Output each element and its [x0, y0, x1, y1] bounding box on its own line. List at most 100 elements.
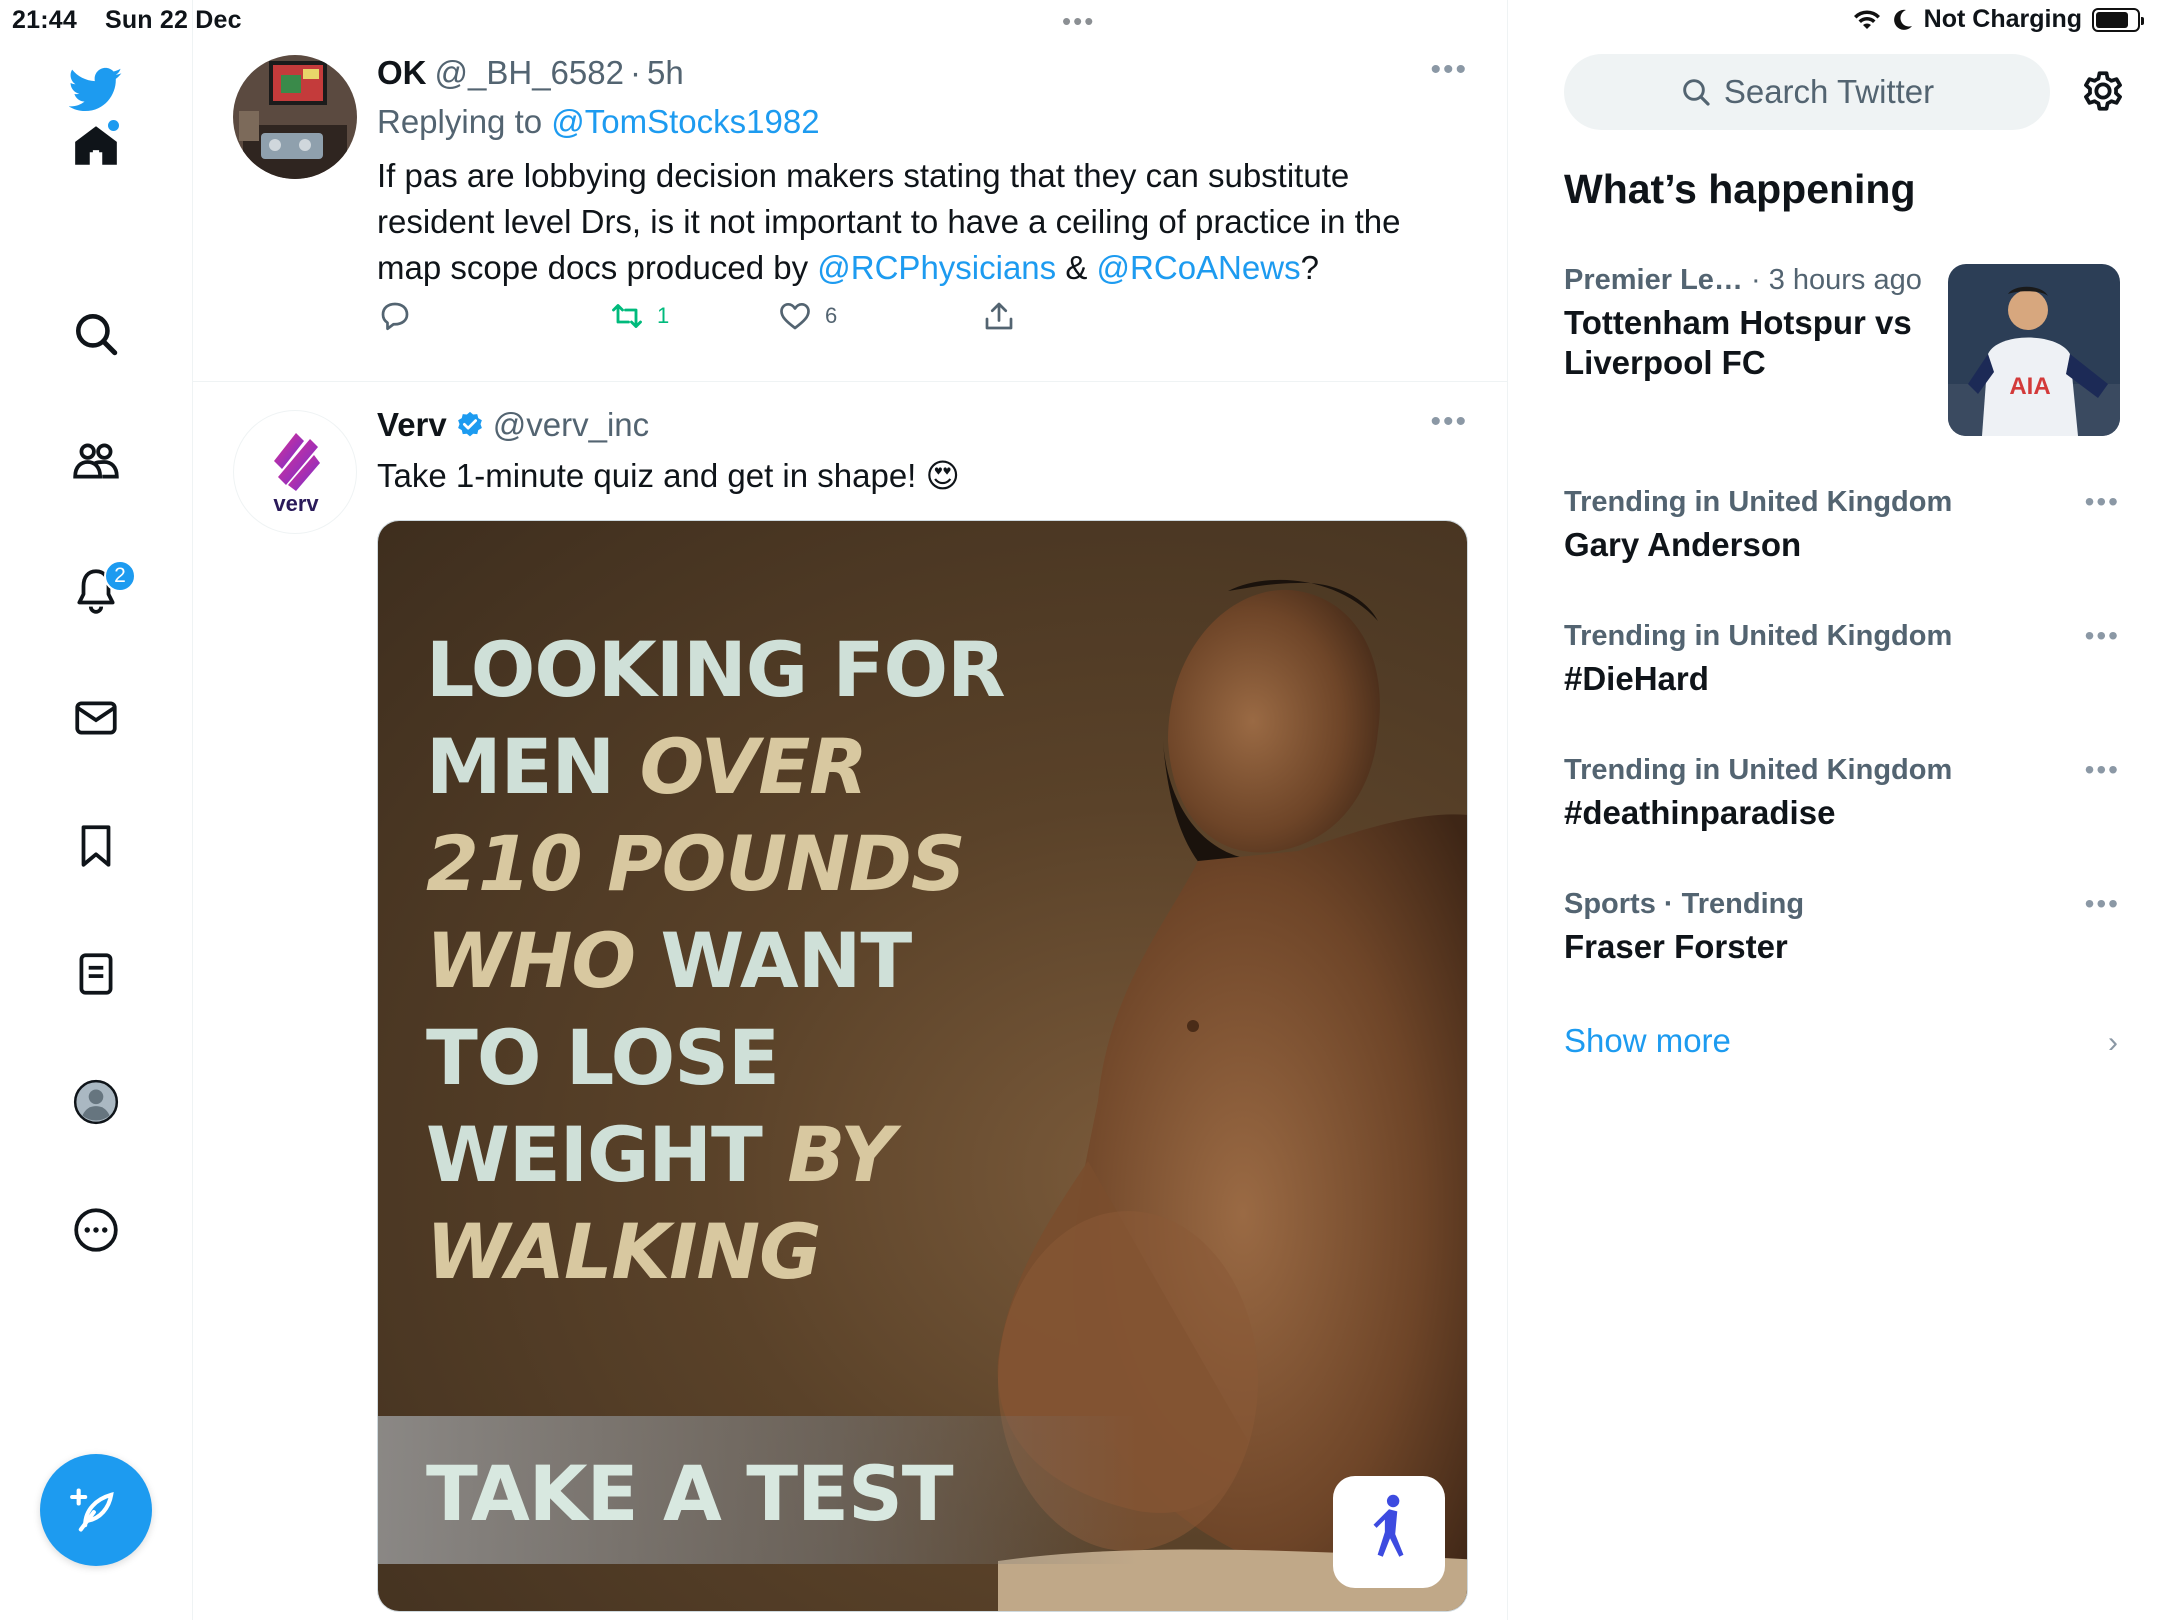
headline-text: WEIGHT	[426, 1110, 788, 1199]
settings-gear-icon[interactable]	[2078, 66, 2128, 116]
headline-text: LOOKING FOR	[426, 625, 1006, 714]
mention-link[interactable]: @RCPhysicians	[817, 249, 1056, 286]
trend-more-button[interactable]: •••	[2085, 486, 2120, 518]
media-cta-text: TAKE A TEST	[426, 1449, 954, 1538]
tweet-text-part: ?	[1300, 249, 1319, 286]
like-count: 6	[825, 303, 838, 328]
trend-more-button[interactable]: •••	[2085, 754, 2120, 786]
reply-icon	[381, 302, 409, 331]
trend-more-button[interactable]: •••	[2085, 888, 2120, 920]
headline-line: MEN OVER	[426, 718, 1005, 815]
trend-meta: Trending in United Kingdom	[1564, 754, 1953, 786]
trend-time: · 3 hours ago	[1742, 264, 1922, 296]
left-nav: 2	[0, 0, 193, 1620]
profile-icon[interactable]	[62, 1068, 130, 1136]
notification-badge: 2	[104, 560, 136, 592]
headline-text: WANT	[635, 916, 913, 1005]
trend-name: #DieHard	[1564, 660, 1709, 697]
tweet[interactable]: OK @_BH_6582 · 5h ••• Replying to @TomSt…	[193, 40, 1507, 382]
trend-item[interactable]: Trending in United Kingdom #deathinparad…	[1564, 754, 2120, 833]
tweet-header: Verv @verv_inc	[377, 405, 1468, 445]
trend-thumbnail-image: AIA	[1948, 264, 2120, 436]
headline-text-emphasis: BY	[787, 1110, 895, 1199]
headline-text: TO LOSE	[426, 1013, 780, 1102]
messages-icon[interactable]	[62, 684, 130, 752]
share-button[interactable]	[981, 298, 1017, 334]
replying-to-link[interactable]: @TomStocks1982	[551, 103, 819, 140]
tweet-media-image[interactable]: LOOKING FOR MEN OVER 210 POUNDS WHO WANT…	[377, 520, 1468, 1612]
communities-icon[interactable]	[62, 428, 130, 496]
thumb-sponsor-text: AIA	[2009, 373, 2050, 400]
trend-name: Fraser Forster	[1564, 928, 1788, 965]
author-name[interactable]: OK	[377, 53, 427, 93]
search-input[interactable]: Search Twitter	[1564, 54, 2050, 130]
tweet-text-part: &	[1056, 249, 1097, 286]
tweet-body: Verv @verv_inc ••• Take 1-minute quiz an…	[377, 405, 1468, 499]
search-placeholder: Search Twitter	[1723, 73, 1935, 110]
more-icon[interactable]	[62, 1196, 130, 1264]
tweet-text: If pas are lobbying decision makers stat…	[377, 153, 1468, 291]
show-more-link[interactable]: Show more	[1564, 1022, 1731, 1060]
home-unread-dot	[108, 120, 119, 131]
lists-icon[interactable]	[62, 940, 130, 1008]
walking-app-icon	[1333, 1476, 1445, 1588]
bookmarks-icon[interactable]	[62, 812, 130, 880]
trend-more-button[interactable]: •••	[2085, 620, 2120, 652]
headline-text: MEN	[426, 722, 640, 811]
reply-button[interactable]	[377, 298, 413, 334]
avatar[interactable]: verv	[233, 410, 357, 534]
headline-text-emphasis: 210 POUNDS	[426, 819, 966, 908]
trend-item[interactable]: Trending in United Kingdom #DieHard •••	[1564, 620, 2120, 699]
trend-category: Premier Le…	[1564, 264, 1743, 296]
avatar-brand-text: verv	[273, 491, 319, 516]
right-sidebar: Search Twitter What’s happening Premier …	[1508, 0, 2160, 1620]
headline-line: WEIGHT BY	[426, 1106, 1005, 1203]
mention-link[interactable]: @RCoANews	[1097, 249, 1301, 286]
media-headline: LOOKING FOR MEN OVER 210 POUNDS WHO WANT…	[426, 621, 1006, 1300]
tweet-more-button[interactable]: •••	[1430, 405, 1468, 439]
trend-meta: Trending in United Kingdom	[1564, 620, 1953, 652]
tweet[interactable]: verv Verv @verv_inc ••• Take 1-minute qu…	[193, 382, 1507, 1620]
headline-text-emphasis: WALKING	[426, 1207, 822, 1296]
header-separator: ·	[629, 54, 641, 91]
avatar[interactable]	[233, 55, 357, 179]
whats-happening-title: What’s happening	[1564, 166, 1916, 212]
headline-text-emphasis: WHO	[426, 916, 636, 1005]
notifications-icon[interactable]: 2	[62, 556, 136, 624]
headline-line: WHO WANT	[426, 912, 1005, 1009]
replying-to: Replying to @TomStocks1982	[377, 103, 1468, 141]
verified-badge-icon	[457, 411, 482, 437]
tweet-more-button[interactable]: •••	[1430, 53, 1468, 87]
compose-icon	[70, 1488, 114, 1532]
retweet-button[interactable]: 1	[609, 298, 669, 334]
compose-button[interactable]	[40, 1454, 152, 1566]
heart-icon	[780, 302, 810, 330]
tweet-actions: 1 6	[377, 298, 1077, 348]
headline-line: WALKING	[426, 1203, 1005, 1300]
retweet-icon	[612, 304, 642, 328]
like-button[interactable]: 6	[777, 298, 837, 334]
trend-item[interactable]: Sports · Trending Fraser Forster •••	[1564, 888, 2120, 967]
trend-name: Tottenham Hotspur vs Liverpool FC	[1564, 304, 1912, 381]
chevron-right-icon: ›	[2108, 1026, 2118, 1059]
headline-line: LOOKING FOR	[426, 621, 1006, 718]
tweet-time[interactable]: 5h	[647, 53, 684, 93]
home-icon[interactable]	[62, 112, 130, 180]
tweet-text: Take 1-minute quiz and get in shape! 😍	[377, 457, 960, 494]
share-icon	[985, 302, 1013, 330]
author-handle[interactable]: @verv_inc	[493, 405, 649, 445]
trend-name: Gary Anderson	[1564, 526, 1802, 563]
search-icon[interactable]	[62, 300, 130, 368]
trend-item[interactable]: Premier Le… · 3 hours ago Tottenham Hots…	[1564, 264, 2120, 444]
trend-meta: Trending in United Kingdom	[1564, 486, 1953, 518]
timeline: OK @_BH_6582 · 5h ••• Replying to @TomSt…	[193, 0, 1508, 1620]
tweet-body: OK @_BH_6582 · 5h ••• Replying to @TomSt…	[377, 53, 1468, 291]
headline-text-emphasis: OVER	[639, 722, 868, 811]
trend-item[interactable]: Trending in United Kingdom Gary Anderson…	[1564, 486, 2120, 565]
trend-name: #deathinparadise	[1564, 794, 1836, 831]
headline-line: TO LOSE	[426, 1009, 1005, 1106]
search-icon	[1683, 79, 1710, 106]
replying-prefix: Replying to	[377, 103, 543, 140]
author-handle[interactable]: @_BH_6582	[435, 53, 624, 93]
author-name[interactable]: Verv	[377, 405, 447, 445]
